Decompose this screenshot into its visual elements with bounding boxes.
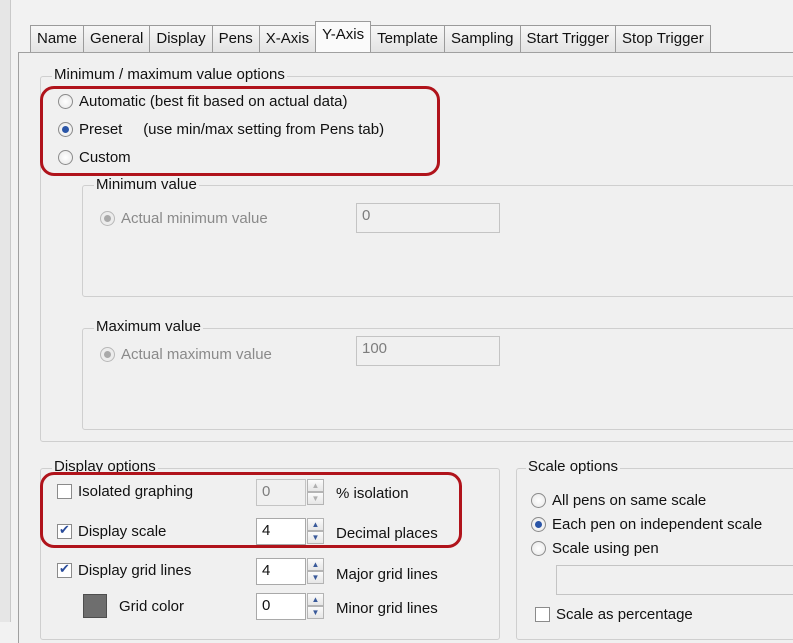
scale-as-percentage-box[interactable] — [535, 607, 550, 622]
radio-actual-minimum-label: Actual minimum value — [121, 210, 268, 227]
stepper-up-icon[interactable]: ▲ — [307, 593, 324, 606]
tab-sampling[interactable]: Sampling — [443, 25, 521, 52]
scale-as-percentage-label: Scale as percentage — [556, 606, 693, 623]
radio-all-pens-same-scale[interactable]: All pens on same scale — [531, 492, 706, 509]
callout-display — [40, 472, 462, 548]
radio-independent-scale[interactable]: Each pen on independent scale — [531, 516, 762, 533]
tab-pens[interactable]: Pens — [211, 25, 260, 52]
radio-actual-minimum[interactable]: Actual minimum value — [100, 210, 268, 227]
minor-grid-lines-unit: Minor grid lines — [336, 600, 438, 617]
tab-stop-trigger[interactable]: Stop Trigger — [615, 25, 711, 52]
grid-color-swatch[interactable] — [83, 594, 107, 618]
tab-name[interactable]: Name — [30, 25, 85, 52]
scale-options-legend: Scale options — [526, 458, 621, 475]
callout-minmax — [40, 86, 440, 176]
minor-grid-lines-field[interactable]: 0 — [256, 593, 306, 620]
minimum-value-field[interactable]: 0 — [356, 203, 500, 233]
minor-grid-lines-stepper[interactable]: ▲ ▼ — [307, 593, 324, 620]
display-grid-lines-box[interactable] — [57, 561, 72, 578]
radio-scale-using-pen[interactable]: Scale using pen — [531, 540, 659, 557]
minimum-group — [82, 185, 793, 297]
radio-independent-indicator[interactable] — [531, 517, 546, 532]
radio-actual-maximum-indicator[interactable] — [100, 347, 115, 362]
tab-x-axis[interactable]: X-Axis — [258, 25, 317, 52]
radio-scale-using-pen-indicator[interactable] — [531, 541, 546, 556]
maximum-legend: Maximum value — [94, 318, 204, 335]
radio-actual-maximum-label: Actual maximum value — [121, 346, 272, 363]
scale-pen-field[interactable] — [556, 565, 793, 595]
tab-general[interactable]: General — [83, 25, 151, 52]
major-grid-lines-stepper[interactable]: ▲ ▼ — [307, 558, 324, 585]
minmax-legend: Minimum / maximum value options — [52, 66, 287, 83]
radio-all-pens-label: All pens on same scale — [552, 492, 707, 509]
radio-all-pens-indicator[interactable] — [531, 493, 546, 508]
major-grid-lines-unit: Major grid lines — [336, 566, 438, 583]
scale-as-percentage-checkbox[interactable]: Scale as percentage — [535, 606, 693, 623]
stepper-up-icon[interactable]: ▲ — [307, 558, 324, 571]
maximum-value-field[interactable]: 100 — [356, 336, 500, 366]
tab-y-axis[interactable]: Y-Axis — [315, 21, 372, 52]
radio-scale-using-pen-label: Scale using pen — [552, 540, 659, 557]
tab-bar: Name General Display Pens X-Axis Y-Axis … — [30, 21, 711, 52]
display-grid-lines-checkbox[interactable]: Display grid lines — [57, 561, 192, 579]
radio-actual-maximum[interactable]: Actual maximum value — [100, 346, 272, 363]
stepper-down-icon[interactable]: ▼ — [307, 571, 324, 584]
grid-color-label: Grid color — [119, 598, 185, 615]
major-grid-lines-field[interactable]: 4 — [256, 558, 306, 585]
radio-actual-minimum-indicator[interactable] — [100, 211, 115, 226]
minimum-legend: Minimum value — [94, 176, 199, 193]
display-grid-lines-label: Display grid lines — [78, 562, 192, 579]
tab-display[interactable]: Display — [149, 25, 213, 52]
stepper-down-icon[interactable]: ▼ — [307, 606, 324, 619]
tab-template[interactable]: Template — [370, 25, 445, 52]
tab-start-trigger[interactable]: Start Trigger — [519, 25, 617, 52]
window-edge — [0, 0, 11, 622]
radio-independent-label: Each pen on independent scale — [552, 516, 763, 533]
